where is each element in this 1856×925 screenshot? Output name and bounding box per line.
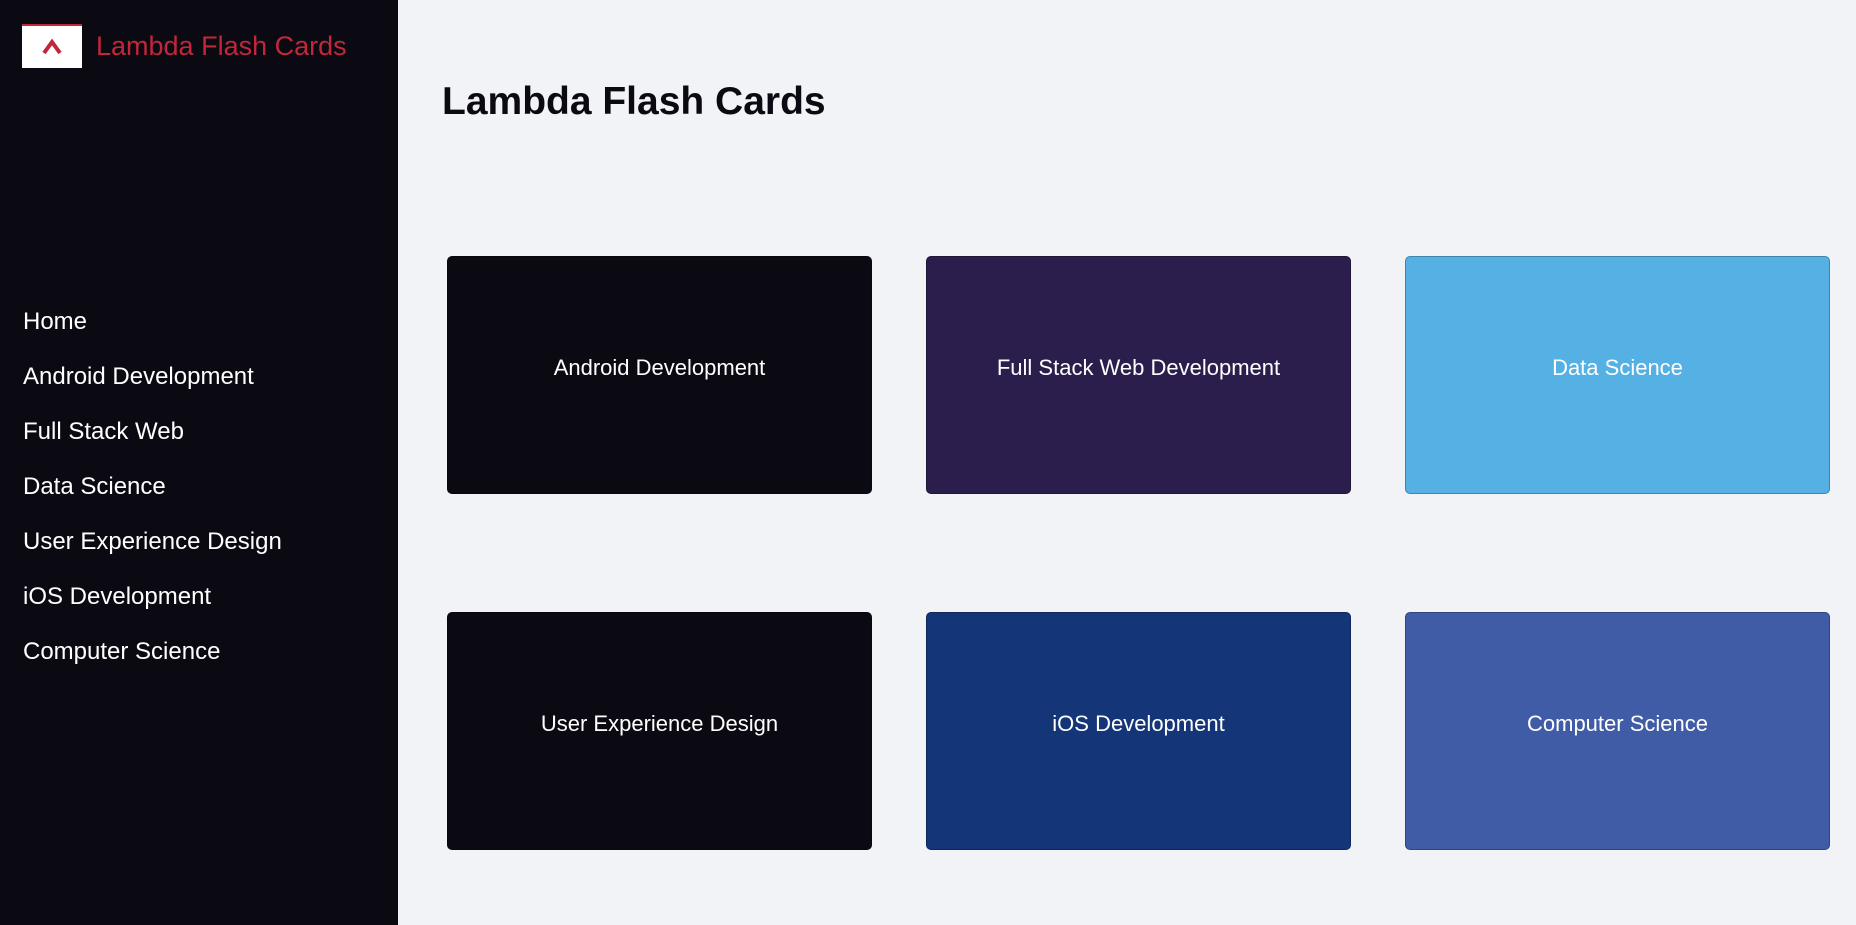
card-full-stack-web-development[interactable]: Full Stack Web Development: [926, 256, 1351, 494]
nav-link-full-stack-web[interactable]: Full Stack Web: [23, 410, 184, 454]
card-computer-science[interactable]: Computer Science: [1405, 612, 1830, 850]
lambda-chevron-icon: [42, 38, 62, 55]
card-label: iOS Development: [1052, 711, 1225, 736]
sidebar-item-ux: User Experience Design: [23, 520, 282, 575]
sidebar-item-ios: iOS Development: [23, 575, 282, 630]
card-label: Android Development: [553, 355, 766, 380]
card-android-development[interactable]: Android Development: [447, 256, 872, 494]
card-label: Computer Science: [1527, 711, 1708, 736]
nav-link-data-science[interactable]: Data Science: [23, 465, 166, 509]
sidebar-nav: Home Android Development Full Stack Web …: [23, 300, 282, 685]
sidebar-item-data-science: Data Science: [23, 465, 282, 520]
sidebar: Lambda Flash Cards Home Android Developm…: [0, 0, 398, 925]
app-root: Lambda Flash Cards Home Android Developm…: [0, 0, 1856, 925]
sidebar-item-cs: Computer Science: [23, 630, 282, 685]
logo: [22, 24, 82, 68]
sidebar-item-home: Home: [23, 300, 282, 355]
card-label: Data Science: [1552, 355, 1683, 380]
card-label: User Experience Design: [540, 711, 779, 736]
nav-link-computer-science[interactable]: Computer Science: [23, 630, 220, 674]
sidebar-item-full-stack: Full Stack Web: [23, 410, 282, 465]
main-content: Lambda Flash Cards Android Development F…: [398, 0, 1856, 925]
card-user-experience-design[interactable]: User Experience Design: [447, 612, 872, 850]
nav-link-android-development[interactable]: Android Development: [23, 355, 254, 399]
nav-link-home[interactable]: Home: [23, 300, 87, 344]
card-label: Full Stack Web Development: [996, 355, 1281, 380]
nav-link-ios-development[interactable]: iOS Development: [23, 575, 211, 619]
brand-name: Lambda Flash Cards: [96, 31, 347, 61]
sidebar-item-android: Android Development: [23, 355, 282, 410]
card-data-science[interactable]: Data Science: [1405, 256, 1830, 494]
nav-link-user-experience-design[interactable]: User Experience Design: [23, 520, 282, 564]
brand-link[interactable]: Lambda Flash Cards: [22, 24, 347, 68]
page-title: Lambda Flash Cards: [442, 80, 826, 123]
card-ios-development[interactable]: iOS Development: [926, 612, 1351, 850]
